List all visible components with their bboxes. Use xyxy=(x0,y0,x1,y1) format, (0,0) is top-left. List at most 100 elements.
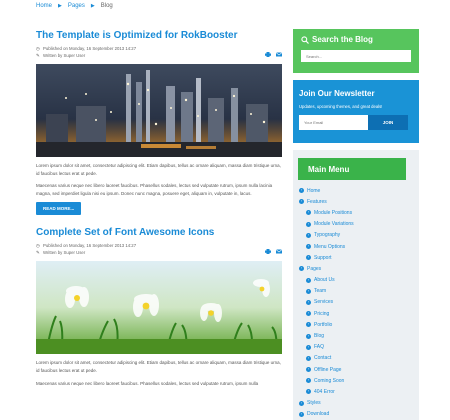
chevron-right-icon: › xyxy=(299,199,304,205)
chevron-right-icon: › xyxy=(306,333,311,339)
search-widget: Search the Blog xyxy=(293,29,419,73)
print-icon[interactable] xyxy=(265,52,271,57)
menu-item-label: 404 Error xyxy=(314,388,335,395)
pencil-icon: ✎ xyxy=(36,249,40,255)
menu-item[interactable]: › Typography xyxy=(293,230,419,241)
article-tools xyxy=(265,52,282,57)
menu-item-label: FAQ xyxy=(314,344,325,351)
article-author: Written by Super User xyxy=(43,52,86,58)
article-author: Written by Super User xyxy=(43,249,86,255)
search-icon xyxy=(301,35,309,44)
chevron-right-icon: › xyxy=(306,277,311,283)
search-widget-title: Search the Blog xyxy=(312,35,373,44)
menu-item-label: Home xyxy=(307,187,321,194)
blog-article: Complete Set of Font Awesome Icons ◷ Publ… xyxy=(36,227,282,387)
chevron-right-icon: › xyxy=(306,322,311,328)
menu-item[interactable]: › Services xyxy=(293,297,419,308)
main-menu-widget: Main Menu › Home › Features › Module Position… xyxy=(293,150,419,420)
menu-item[interactable]: › Team xyxy=(293,286,419,297)
chevron-right-icon: › xyxy=(306,355,311,361)
menu-item-label: About Us xyxy=(314,277,335,284)
article-image-refinery xyxy=(36,64,282,157)
menu-item[interactable]: › Menu Options xyxy=(293,241,419,252)
menu-item-label: Blog xyxy=(314,333,325,340)
email-field[interactable] xyxy=(299,115,368,130)
menu-item[interactable]: › Home xyxy=(293,185,419,196)
chevron-right-icon: › xyxy=(299,188,304,194)
chevron-right-icon: › xyxy=(306,367,311,373)
menu-item-label: Contact xyxy=(314,355,332,362)
article-paragraph: Lorem ipsum dolor sit amet, consectetur … xyxy=(36,163,281,176)
newsletter-widget: Join Our Newsletter Updates, upcoming th… xyxy=(293,80,419,143)
article-paragraph: Lorem ipsum dolor sit amet, consectetur … xyxy=(36,360,281,373)
menu-item[interactable]: › Module Variations xyxy=(293,219,419,230)
menu-item-label: Download xyxy=(307,411,330,418)
article-title[interactable]: Complete Set of Font Awesome Icons xyxy=(36,227,282,239)
email-icon[interactable] xyxy=(276,249,282,254)
menu-item[interactable]: › 404 Error xyxy=(293,386,419,397)
chevron-right-icon: › xyxy=(306,299,311,305)
menu-item-label: Team xyxy=(314,288,327,295)
article-paragraph: Maecenas varius neque nec libero laoreet… xyxy=(36,183,273,196)
menu-item-label: Coming Soon xyxy=(314,377,345,384)
menu-item-label: Features xyxy=(307,198,327,205)
chevron-right-icon: › xyxy=(306,232,311,238)
menu-item[interactable]: › Support xyxy=(293,252,419,263)
blog-article: The Template is Optimized for RokBooster… xyxy=(36,30,282,216)
newsletter-description: Updates, upcoming themes, and great deal… xyxy=(299,104,383,109)
main-menu-list: › Home › Features › Module Positions › Module V… xyxy=(293,185,419,420)
menu-item[interactable]: › Features xyxy=(293,196,419,207)
article-meta: ◷ Published on Monday, 16 September 2013 … xyxy=(36,243,282,256)
read-more-button[interactable]: READ MORE... xyxy=(36,202,82,216)
chevron-right-icon: › xyxy=(306,288,311,294)
menu-item[interactable]: › Offline Page xyxy=(293,364,419,375)
menu-item-label: Typography xyxy=(314,232,341,239)
article-title[interactable]: The Template is Optimized for RokBooster xyxy=(36,30,282,42)
breadcrumb: Home ▶ Pages ▶ Blog xyxy=(36,3,113,9)
article-tools xyxy=(265,249,282,255)
chevron-right-icon: › xyxy=(306,255,311,261)
chevron-right-icon: › xyxy=(306,221,311,227)
article-image-daisies xyxy=(36,261,282,355)
chevron-right-icon: › xyxy=(299,411,304,417)
menu-item-label: Services xyxy=(314,299,334,306)
join-button[interactable]: JOIN xyxy=(368,115,408,130)
chevron-right-icon: › xyxy=(299,400,304,406)
menu-item-label: Support xyxy=(314,254,332,261)
menu-item-label: Module Positions xyxy=(314,209,353,216)
chevron-right-icon: › xyxy=(306,378,311,384)
menu-item[interactable]: › FAQ xyxy=(293,342,419,353)
menu-item[interactable]: › Blog xyxy=(293,330,419,341)
search-input[interactable] xyxy=(301,50,411,62)
chevron-right-icon: › xyxy=(306,344,311,350)
menu-item-label: Pricing xyxy=(314,310,330,317)
breadcrumb-separator-icon: ▶ xyxy=(58,3,62,9)
blog-main: The Template is Optimized for RokBooster… xyxy=(36,30,282,387)
breadcrumb-current: Blog xyxy=(100,3,113,9)
menu-item[interactable]: › Download xyxy=(293,409,419,420)
menu-item-label: Pages xyxy=(307,265,322,272)
breadcrumb-home[interactable]: Home xyxy=(36,3,52,9)
menu-item[interactable]: › Coming Soon xyxy=(293,375,419,386)
menu-item[interactable]: › Portfolio xyxy=(293,319,419,330)
menu-item-label: Portfolio xyxy=(314,321,333,328)
chevron-right-icon: › xyxy=(306,244,311,250)
email-icon[interactable] xyxy=(276,52,282,57)
breadcrumb-pages[interactable]: Pages xyxy=(68,3,85,9)
article-meta: ◷ Published on Monday, 16 September 2013 … xyxy=(36,46,282,59)
breadcrumb-separator-icon: ▶ xyxy=(90,3,95,9)
menu-item-label: Module Variations xyxy=(314,221,354,228)
chevron-right-icon: › xyxy=(299,266,304,272)
print-icon[interactable] xyxy=(265,249,271,255)
menu-item[interactable]: › Contact xyxy=(293,353,419,364)
menu-item[interactable]: › Styles xyxy=(293,398,419,409)
menu-item[interactable]: › Pages xyxy=(293,263,419,274)
newsletter-title: Join Our Newsletter xyxy=(299,89,375,98)
pencil-icon: ✎ xyxy=(36,52,40,58)
menu-item[interactable]: › Pricing xyxy=(293,308,419,319)
menu-item-label: Styles xyxy=(307,400,321,407)
menu-item-label: Menu Options xyxy=(314,243,346,250)
menu-item-label: Offline Page xyxy=(314,366,342,373)
menu-item[interactable]: › About Us xyxy=(293,275,419,286)
menu-item[interactable]: › Module Positions xyxy=(293,207,419,218)
